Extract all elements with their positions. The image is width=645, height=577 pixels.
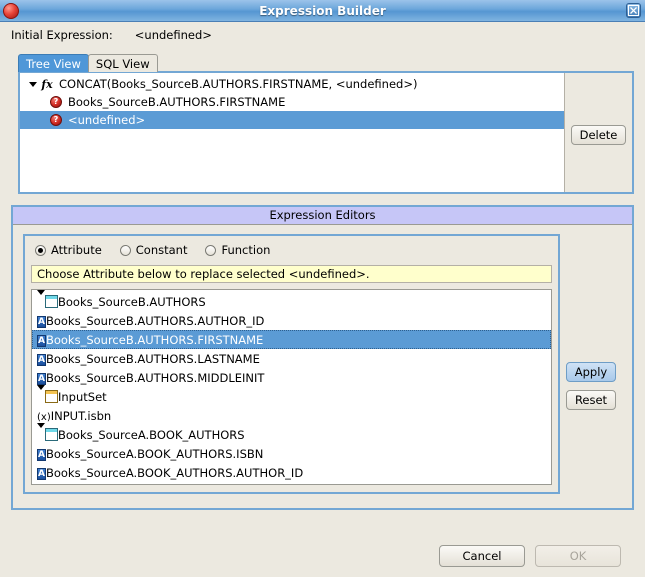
attribute-row-label: Books_SourceB.AUTHORS.FIRSTNAME [46,333,263,347]
attribute-group-row[interactable]: Books_SourceA.BOOK_AUTHORS [32,425,551,444]
attribute-a-icon: A [37,351,46,366]
tree-side-panel: Delete [564,73,632,192]
cancel-button[interactable]: Cancel [439,545,525,567]
attribute-row[interactable]: A Books_SourceB.AUTHORS.AUTHOR_ID [32,311,551,330]
expression-editors-group: Expression Editors Attribute Constant Fu… [11,205,634,510]
table-orange-icon [45,390,58,403]
app-logo-icon [3,3,19,19]
chevron-down-icon[interactable] [37,295,45,309]
attribute-row-label: Books_SourceA.BOOK_AUTHORS [58,428,245,442]
radio-attribute-label: Attribute [51,243,102,257]
attribute-row-label: Books_SourceA.BOOK_AUTHORS.AUTHOR_ID [46,466,303,480]
attribute-row[interactable]: A Books_SourceB.AUTHORS.MIDDLEINIT [32,368,551,387]
radio-dot-icon[interactable] [205,245,216,256]
attribute-a-icon: A [37,370,46,385]
attribute-tree-list[interactable]: Books_SourceB.AUTHORS A Books_SourceB.AU… [31,289,552,485]
expression-editors-header: Expression Editors [13,207,632,225]
dialog-button-bar: Cancel OK [0,545,645,567]
radio-function[interactable]: Function [205,243,270,257]
tree-row-label: Books_SourceB.AUTHORS.FIRSTNAME [68,95,285,109]
view-tabs: Tree View SQL View [18,53,645,72]
attribute-a-icon: A [37,313,46,328]
chevron-down-icon[interactable] [37,428,45,442]
undefined-question-icon: ? [48,96,64,108]
attribute-a-icon: A [37,332,46,347]
radio-function-label: Function [221,243,270,257]
table-cyan-icon [45,428,58,441]
tree-row-selected[interactable]: ? <undefined> [20,111,564,129]
ok-button: OK [535,545,621,567]
attribute-row-selected[interactable]: A Books_SourceB.AUTHORS.FIRSTNAME [32,330,551,349]
close-icon[interactable] [626,3,641,18]
radio-attribute[interactable]: Attribute [35,243,102,257]
reset-button[interactable]: Reset [566,390,616,410]
chevron-down-icon[interactable] [37,390,45,404]
attribute-row[interactable]: A Books_SourceA.BOOK_AUTHORS.AUTHOR_ID [32,463,551,482]
attribute-row-label: Books_SourceA.BOOK_AUTHORS.ISBN [46,447,263,461]
tree-row[interactable]: ? Books_SourceB.AUTHORS.FIRSTNAME [20,93,564,111]
editor-side-buttons: Apply Reset [560,234,622,494]
attribute-row[interactable]: A Books_SourceB.AUTHORS.LASTNAME [32,349,551,368]
attribute-a-icon: A [37,465,46,480]
tab-tree-view[interactable]: Tree View [18,54,89,72]
initial-expression-value: <undefined> [135,28,212,42]
attribute-group-row[interactable]: Books_SourceB.AUTHORS [32,292,551,311]
initial-expression-row: Initial Expression: <undefined> [0,22,645,42]
window-titlebar: Expression Builder [0,0,645,22]
attribute-editor-panel: Attribute Constant Function Choose Attri… [23,234,560,494]
function-fx-icon: fx [39,78,55,91]
attribute-a-icon: A [37,446,46,461]
attribute-row-label: Books_SourceB.AUTHORS.MIDDLEINIT [46,371,264,385]
variable-x-icon: (x) [37,409,51,423]
attribute-row[interactable]: (x) INPUT.isbn [32,406,551,425]
apply-button[interactable]: Apply [566,362,616,382]
radio-dot-icon[interactable] [35,245,46,256]
undefined-question-icon: ? [48,114,64,126]
initial-expression-label: Initial Expression: [11,28,113,42]
chevron-down-icon[interactable] [26,82,39,87]
expression-tree-list[interactable]: fx CONCAT(Books_SourceB.AUTHORS.FIRSTNAM… [20,73,564,192]
dialog-content: Initial Expression: <undefined> Tree Vie… [0,22,645,577]
editor-type-radio-group: Attribute Constant Function [25,236,558,264]
attribute-group-row[interactable]: InputSet [32,387,551,406]
attribute-row-label: INPUT.isbn [51,409,111,423]
radio-dot-icon[interactable] [120,245,131,256]
expression-tree-panel: fx CONCAT(Books_SourceB.AUTHORS.FIRSTNAM… [18,71,634,194]
radio-constant-label: Constant [136,243,188,257]
tree-row[interactable]: fx CONCAT(Books_SourceB.AUTHORS.FIRSTNAM… [20,75,564,93]
window-title: Expression Builder [0,4,645,18]
attribute-row[interactable]: A Books_SourceA.BOOK_AUTHORS.ISBN [32,444,551,463]
tree-row-label: CONCAT(Books_SourceB.AUTHORS.FIRSTNAME, … [59,77,417,91]
attribute-row-label: InputSet [58,390,107,404]
attribute-row-label: Books_SourceB.AUTHORS.LASTNAME [46,352,260,366]
radio-constant[interactable]: Constant [120,243,188,257]
attribute-row-label: Books_SourceB.AUTHORS [58,295,206,309]
expression-editors-body: Attribute Constant Function Choose Attri… [13,225,632,504]
tree-row-label: <undefined> [68,113,145,127]
delete-button[interactable]: Delete [571,125,627,145]
table-cyan-icon [45,295,58,308]
hint-banner: Choose Attribute below to replace select… [31,265,552,283]
tab-sql-view[interactable]: SQL View [88,54,158,72]
attribute-row-label: Books_SourceB.AUTHORS.AUTHOR_ID [46,314,264,328]
